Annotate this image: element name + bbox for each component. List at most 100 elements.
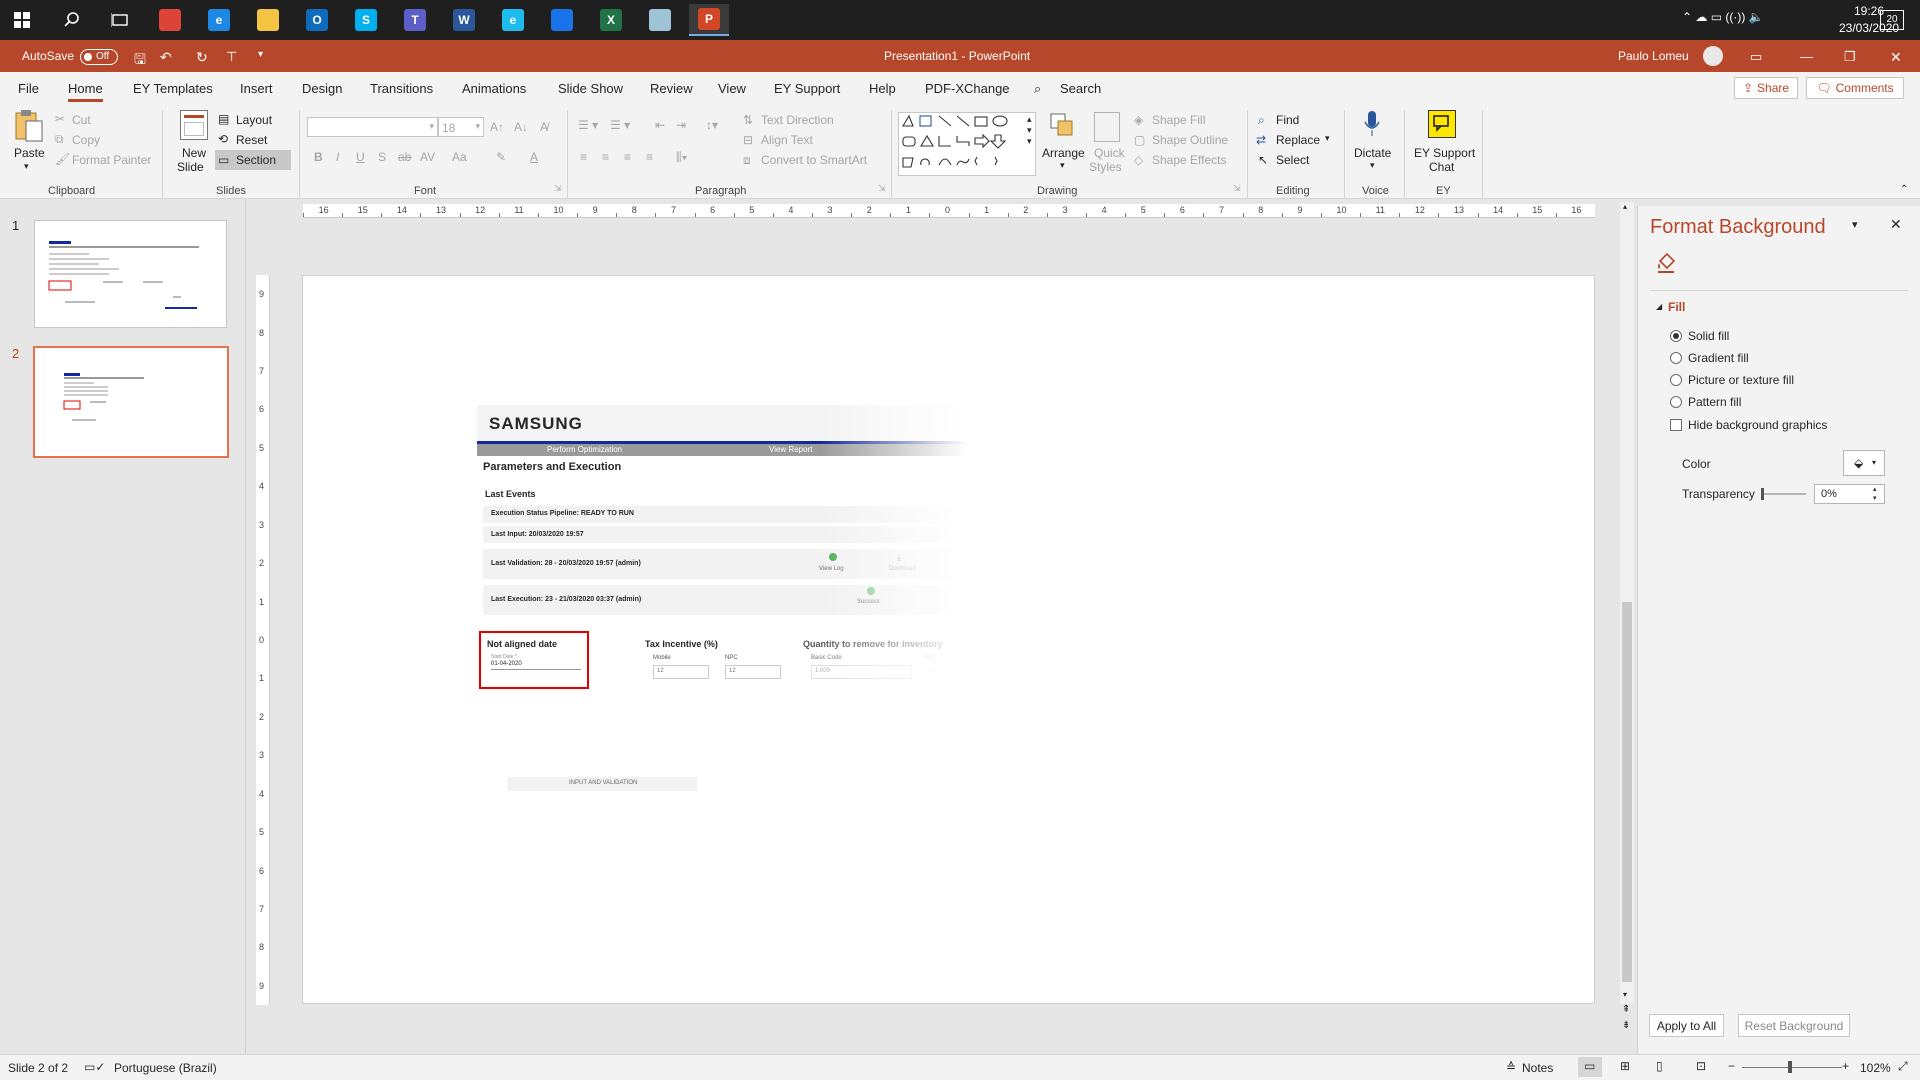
tab-ey-support[interactable]: EY Support [774,81,840,96]
slider-thumb[interactable] [1761,488,1764,500]
fill-bucket-icon[interactable] [1655,252,1677,274]
avatar[interactable] [1703,46,1723,66]
chrome-icon[interactable] [150,4,190,36]
task-view-icon[interactable] [100,4,140,36]
numbering-icon[interactable]: ☰ ▾ [610,118,630,132]
quick-styles-label-2[interactable]: Styles [1089,160,1122,174]
close-icon[interactable]: ✕ [1890,49,1902,66]
shape-fill-button[interactable]: Shape Fill [1152,113,1205,127]
shape-outline-button[interactable]: Shape Outline [1152,133,1228,147]
word-icon[interactable]: W [444,4,484,36]
tab-animations[interactable]: Animations [462,81,526,96]
minimize-icon[interactable]: — [1800,49,1813,64]
gallery-scroll-icon[interactable]: ▴ ▾ ▾ [1027,114,1032,147]
paste-icon[interactable] [12,109,44,143]
microphone-icon[interactable] [1364,110,1380,138]
slide-thumbnail-2[interactable] [33,346,229,458]
zoom-thumb[interactable] [1788,1061,1792,1073]
decrease-indent-icon[interactable]: ⇤ [655,118,665,132]
paste-dropdown-icon[interactable]: ▾ [24,161,29,172]
dictate-dropdown-icon[interactable]: ▾ [1370,160,1375,171]
shrink-font-icon[interactable]: A↓ [514,120,528,134]
convert-smartart-button[interactable]: Convert to SmartArt [761,153,867,167]
transparency-input[interactable]: 0% ▴ ▾ [1814,484,1885,504]
tab-ey-templates[interactable]: EY Templates [133,81,213,96]
collapse-ribbon-icon[interactable]: ⌃ [1900,184,1908,195]
user-name[interactable]: Paulo Lomeu [1618,49,1689,63]
tab-insert[interactable]: Insert [240,81,273,96]
gradient-fill-radio[interactable] [1670,352,1682,364]
underline-icon[interactable]: U [356,150,365,164]
select-button[interactable]: Select [1276,153,1309,167]
outlook-icon[interactable]: O [297,4,337,36]
zoom-out-icon[interactable]: − [1728,1059,1735,1073]
tell-me-search[interactable]: Search [1060,81,1101,96]
ey-support-chat-icon[interactable] [1428,110,1456,138]
slide-thumbnail-1[interactable] [34,220,227,328]
powerpoint-icon[interactable]: P [689,4,729,36]
change-case-icon[interactable]: Aa [452,150,467,164]
edge-icon[interactable]: e [199,4,239,36]
autosave-toggle[interactable]: Off [80,49,118,65]
tab-view[interactable]: View [718,81,746,96]
reading-view-icon[interactable]: ▯ [1656,1059,1663,1073]
fill-section-heading[interactable]: Fill [1668,300,1685,314]
tab-pdf-xchange[interactable]: PDF-XChange [925,81,1010,96]
ey-support-label-1[interactable]: EY Support [1414,146,1475,160]
spellcheck-icon[interactable]: ▭✓ [84,1060,105,1074]
quick-styles-label-1[interactable]: Quick [1094,146,1125,160]
app-screenshot-image[interactable]: SAMSUNG Perform Optimization View Report… [477,405,967,801]
font-color-icon[interactable]: A [530,150,538,164]
slide-canvas[interactable]: SAMSUNG Perform Optimization View Report… [302,275,1595,1004]
zoom-level[interactable]: 102% [1860,1061,1891,1075]
redo-icon[interactable]: ↻ [196,49,208,66]
section-button[interactable]: ▭ Section [215,150,291,170]
clear-formatting-icon[interactable]: A̸ [540,120,548,134]
tab-review[interactable]: Review [650,81,693,96]
reset-button[interactable]: Reset [236,133,267,147]
tab-file[interactable]: File [18,81,39,96]
app-gray-icon[interactable] [640,4,680,36]
ie-icon[interactable]: e [493,4,533,36]
restore-icon[interactable]: ❐ [1844,49,1856,65]
close-pane-icon[interactable]: ✕ [1890,216,1902,233]
find-button[interactable]: Find [1276,113,1299,127]
bold-icon[interactable]: B [314,150,323,164]
tab-slide-show[interactable]: Slide Show [558,81,623,96]
line-spacing-icon[interactable]: ↕▾ [706,118,718,132]
hide-background-label[interactable]: Hide background graphics [1688,418,1827,432]
picture-fill-radio[interactable] [1670,374,1682,386]
paragraph-dialog-launcher-icon[interactable]: ⇲ [878,183,886,194]
next-slide-icon[interactable]: ⇟ [1622,1020,1630,1031]
pane-options-icon[interactable]: ▾ [1852,218,1858,231]
columns-icon[interactable]: ⫼▾ [676,150,687,165]
italic-icon[interactable]: I [336,150,339,164]
transparency-slider[interactable] [1761,488,1806,500]
explorer-icon[interactable] [248,4,288,36]
grow-font-icon[interactable]: A↑ [490,120,504,134]
strikethrough-icon[interactable]: ab [398,150,411,164]
align-center-icon[interactable]: ≡ [602,150,609,164]
share-button[interactable]: ⇪ Share [1734,77,1798,99]
excel-icon[interactable]: X [591,4,631,36]
tab-help[interactable]: Help [869,81,896,96]
apply-to-all-button[interactable]: Apply to All [1649,1014,1724,1037]
fit-to-window-icon[interactable]: ⤢ [1898,1059,1908,1074]
paste-button[interactable]: Paste [14,146,45,160]
bullets-icon[interactable]: ☰ ▾ [578,118,598,132]
cut-button[interactable]: Cut [72,113,91,127]
layout-button[interactable]: Layout [236,113,272,127]
solid-fill-label[interactable]: Solid fill [1688,329,1729,343]
format-painter-button[interactable]: Format Painter [72,153,151,167]
new-slide-icon[interactable] [180,110,208,140]
zoom-in-icon[interactable]: + [1842,1059,1849,1073]
tab-design[interactable]: Design [302,81,342,96]
arrange-button[interactable]: Arrange [1042,146,1085,160]
search-icon[interactable] [52,4,92,36]
notification-icon[interactable]: 20 [1880,10,1904,30]
teams-icon[interactable]: T [395,4,435,36]
shapes-gallery[interactable] [898,112,1036,176]
pattern-fill-label[interactable]: Pattern fill [1688,395,1741,409]
slideshow-icon[interactable]: ⊡ [1696,1059,1706,1073]
drawing-dialog-launcher-icon[interactable]: ⇲ [1233,183,1241,194]
